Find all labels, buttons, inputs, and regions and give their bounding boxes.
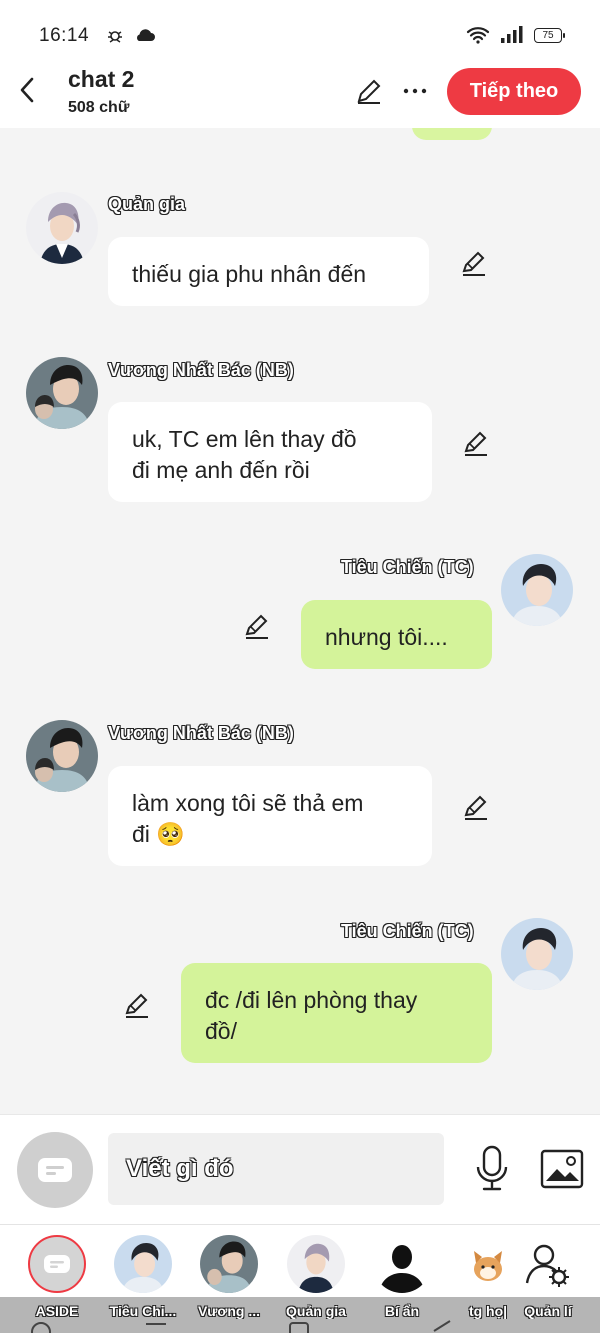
attach-image-button[interactable] bbox=[538, 1145, 586, 1193]
character-bi-an[interactable]: Bí ẩn bbox=[359, 1235, 445, 1325]
character-manager[interactable]: Quản lí bbox=[505, 1235, 591, 1325]
next-button[interactable]: Tiếp theo bbox=[447, 68, 581, 115]
cloud-icon bbox=[137, 29, 155, 41]
chat-bubble-icon bbox=[38, 1158, 72, 1182]
edit-title-button[interactable] bbox=[352, 74, 386, 108]
edit-message-button[interactable] bbox=[120, 988, 154, 1022]
message-input[interactable]: Viết gì đó bbox=[108, 1133, 444, 1205]
pencil-icon bbox=[464, 431, 487, 456]
avatar-vuong-nhat-bac[interactable] bbox=[26, 357, 98, 429]
voice-input-button[interactable] bbox=[470, 1143, 514, 1195]
sender-name: Vương Nhất Bác (NB) bbox=[108, 723, 294, 743]
character-label: ASIDE bbox=[35, 1303, 79, 1319]
wifi-icon bbox=[466, 27, 490, 44]
aside-avatar bbox=[28, 1235, 86, 1293]
character-label: Bí ẩn bbox=[384, 1303, 420, 1319]
sender-name: Vương Nhất Bác (NB) bbox=[108, 360, 294, 380]
edit-message-button[interactable] bbox=[459, 790, 493, 824]
nav-square-icon bbox=[289, 1322, 309, 1333]
aside-mode-button[interactable] bbox=[17, 1132, 93, 1208]
status-left-icons bbox=[106, 26, 156, 44]
message-bubble[interactable]: đc /đi lên phòng thay đồ/ bbox=[181, 963, 492, 1063]
pencil-icon bbox=[125, 993, 148, 1018]
previous-message-bubble bbox=[412, 128, 492, 140]
tc-avatar bbox=[114, 1235, 172, 1293]
chevron-left-icon bbox=[20, 77, 34, 103]
battery-icon: 75 bbox=[534, 27, 565, 43]
message-bubble[interactable]: uk, TC em lên thay đồ đi mẹ anh đến rồi bbox=[108, 402, 432, 502]
butler-avatar-image bbox=[26, 192, 98, 264]
sender-name: Tiêu Chiến (TC) bbox=[341, 557, 474, 577]
edit-message-button[interactable] bbox=[457, 246, 491, 280]
more-dots-icon bbox=[403, 88, 427, 94]
character-quan-gia[interactable]: Quản gia bbox=[273, 1235, 359, 1325]
sender-name: Quản gia bbox=[108, 194, 186, 214]
microphone-icon bbox=[476, 1145, 508, 1191]
nav-menu-icon bbox=[146, 1323, 166, 1325]
signal-icon bbox=[501, 26, 523, 43]
sender-name: Tiêu Chiến (TC) bbox=[341, 921, 474, 941]
tc-avatar-image bbox=[501, 918, 573, 990]
pencil-icon bbox=[245, 614, 268, 639]
back-button[interactable] bbox=[10, 70, 44, 110]
tc-avatar-image bbox=[501, 554, 573, 626]
nav-back-icon bbox=[433, 1320, 451, 1332]
avatar-quan-gia[interactable] bbox=[26, 192, 98, 264]
chat-bubble-icon bbox=[44, 1255, 70, 1273]
character-selector: ASIDE Tiêu Chi... Vương ... Quản gia Bí … bbox=[0, 1224, 600, 1333]
character-aside[interactable]: ASIDE bbox=[14, 1235, 100, 1325]
edit-message-button[interactable] bbox=[240, 609, 274, 643]
header-bar: chat 2 508 chữ Tiếp theo bbox=[0, 60, 600, 128]
character-tieu-chien[interactable]: Tiêu Chi... bbox=[100, 1235, 186, 1325]
pencil-icon bbox=[462, 251, 485, 276]
avatar-tieu-chien[interactable] bbox=[501, 554, 573, 626]
page-title: chat 2 bbox=[68, 66, 135, 92]
avatar-vuong-nhat-bac[interactable] bbox=[26, 720, 98, 792]
word-count: 508 chữ bbox=[68, 99, 130, 116]
status-bar: 16:14 75 bbox=[0, 0, 600, 60]
character-label: Quản gia bbox=[286, 1303, 346, 1319]
nb-avatar-image bbox=[26, 357, 98, 429]
edit-message-button[interactable] bbox=[459, 426, 493, 460]
character-label: Vương ... bbox=[197, 1303, 261, 1319]
image-icon bbox=[540, 1149, 584, 1189]
message-bubble[interactable]: nhưng tôi.... bbox=[301, 600, 492, 669]
status-right-icons: 75 bbox=[466, 26, 565, 44]
character-label: Tiêu Chi... bbox=[109, 1303, 177, 1319]
pencil-icon bbox=[357, 79, 381, 104]
pencil-icon bbox=[464, 795, 487, 820]
mystery-avatar bbox=[373, 1235, 431, 1293]
character-vuong-nhat-bac[interactable]: Vương ... bbox=[186, 1235, 272, 1325]
nb-avatar bbox=[200, 1235, 258, 1293]
character-label: Quản lí bbox=[524, 1303, 572, 1319]
nb-avatar-image bbox=[26, 720, 98, 792]
avatar-tieu-chien[interactable] bbox=[501, 918, 573, 990]
nav-home-circle-icon bbox=[31, 1322, 51, 1333]
more-options-button[interactable] bbox=[398, 74, 432, 108]
message-bubble[interactable]: làm xong tôi sẽ thả em đi 🥺 bbox=[108, 766, 432, 866]
clock: 16:14 bbox=[39, 25, 90, 46]
message-composer: Viết gì đó bbox=[0, 1114, 600, 1224]
manage-characters-icon bbox=[519, 1235, 577, 1293]
chat-area[interactable]: Quản gia thiếu gia phu nhân đến Vương Nh… bbox=[0, 128, 600, 1114]
butler-avatar bbox=[287, 1235, 345, 1293]
bug-icon bbox=[108, 31, 122, 43]
message-bubble[interactable]: thiếu gia phu nhân đến bbox=[108, 237, 429, 306]
